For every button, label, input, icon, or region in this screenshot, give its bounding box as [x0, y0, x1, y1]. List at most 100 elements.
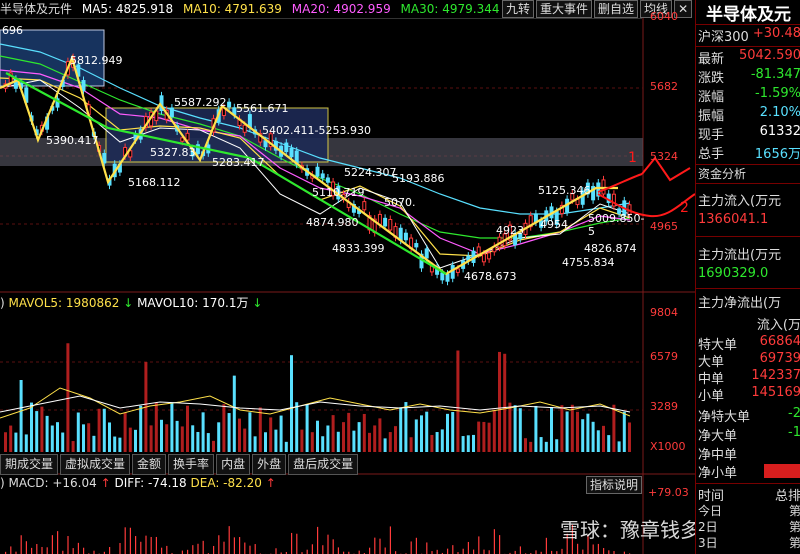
ma20-value: MA20: 4902.959 — [291, 2, 391, 16]
volume-bar — [446, 413, 449, 452]
panel-title: 半导体及元 — [706, 5, 791, 25]
macd-indicator-bar: ) MACD: +16.04 ↑ DIFF: -74.18 DEA: -82.2… — [0, 476, 642, 494]
macd-bar — [577, 543, 579, 554]
volume-bar — [482, 421, 486, 452]
candle-body — [102, 153, 107, 164]
macd-bar — [306, 549, 308, 554]
macd-bar — [254, 544, 256, 554]
volume-bar — [24, 434, 28, 452]
macd-bar — [493, 529, 495, 554]
candle-body — [185, 132, 190, 141]
macd-bar — [213, 545, 215, 554]
volume-bar — [565, 411, 569, 452]
volume-bar — [586, 413, 590, 452]
major-events-button[interactable]: 重大事件 — [536, 0, 593, 18]
amplitude-label: 振幅 — [698, 109, 725, 124]
volume-bar — [56, 422, 59, 452]
macd-bar — [202, 540, 204, 554]
ma5-value: MA5: 4825.918 — [81, 2, 174, 16]
remove-watchlist-button[interactable]: 删自选 — [594, 0, 639, 18]
mavol10-arrow-icon: ↓ — [252, 296, 263, 310]
volume-bar — [108, 422, 111, 452]
volume-bar — [394, 426, 397, 452]
tab-inner[interactable]: 内盘 — [216, 454, 251, 475]
macd-bar — [51, 535, 53, 554]
volume-bar — [227, 413, 231, 452]
macd-bar — [462, 548, 464, 554]
volume-bar — [378, 418, 382, 452]
macd-bar — [67, 536, 69, 554]
candle-body — [325, 177, 330, 183]
volume-bar — [570, 404, 574, 452]
volume-bar — [388, 432, 392, 452]
day2-label: 2日 — [698, 520, 718, 534]
volume-bar — [534, 405, 538, 452]
volume-bar — [196, 431, 200, 452]
vol-axis-label: 9804 — [650, 306, 678, 319]
outflow-label: 主力流出(万元 — [698, 248, 782, 263]
tab-after-hours[interactable]: 盘后成交量 — [288, 454, 359, 475]
macd-bar — [46, 547, 48, 554]
volume-bar — [279, 415, 283, 452]
volume-bar — [487, 422, 491, 452]
candle-body — [539, 220, 544, 228]
volume-bar — [217, 422, 221, 452]
volume-bar — [612, 404, 616, 452]
fund-analysis-label[interactable]: 资金分析 — [698, 167, 746, 181]
ma10-value: MA10: 4791.639 — [182, 2, 282, 16]
macd-bar — [31, 547, 33, 554]
index-name: 沪深300 — [698, 30, 749, 45]
macd-bar — [389, 526, 391, 554]
tab-turnover[interactable]: 换手率 — [168, 454, 215, 475]
total-volume-label: 总手 — [698, 147, 725, 162]
small-value: 145169 — [751, 385, 800, 400]
inflow-label: 主力流入(万元 — [698, 194, 782, 209]
volume-bar — [92, 435, 96, 452]
macd-bar — [327, 534, 329, 554]
macd-bar — [145, 535, 147, 554]
macd-bar — [249, 545, 251, 554]
macd-bar — [20, 535, 22, 554]
volume-bar — [118, 437, 122, 452]
volume-bar — [321, 436, 325, 452]
candle-body — [403, 232, 408, 241]
indicator-explain-button[interactable]: 指标说明 — [585, 476, 642, 494]
candle-body — [487, 252, 492, 260]
volume-bar — [45, 415, 49, 452]
tab-volume[interactable]: 期成交量 — [0, 454, 59, 475]
volume-bar — [420, 415, 423, 452]
volume-bar — [134, 429, 137, 452]
macd-bar — [10, 546, 12, 554]
price-axis-label: 5682 — [650, 80, 678, 93]
vol-axis-label: 3289 — [650, 400, 678, 413]
macd-bar — [228, 526, 230, 554]
macd-bar — [488, 550, 490, 554]
volume-bar — [414, 419, 418, 452]
volume-bar — [342, 422, 345, 452]
tab-amount[interactable]: 金额 — [132, 454, 167, 475]
tab-outer[interactable]: 外盘 — [252, 454, 287, 475]
macd-bar — [379, 538, 381, 554]
volume-bar — [149, 425, 153, 452]
ma30-value: MA30: 4979.344 — [400, 2, 500, 16]
jiuzhuan-button[interactable]: 九转 — [502, 0, 535, 18]
net-small-bar — [764, 464, 800, 478]
macd-bar — [499, 535, 501, 554]
macd-bar — [582, 549, 584, 554]
tab-virtual-volume[interactable]: 虚拟成交量 — [60, 454, 131, 475]
candle-body — [227, 101, 232, 108]
volume-bar — [97, 408, 101, 452]
volume-bar — [435, 432, 439, 452]
volume-bar — [123, 412, 127, 452]
volume-bar — [336, 431, 340, 452]
candle-body — [284, 142, 289, 153]
volume-bar — [461, 436, 465, 452]
change-value: -81.347 — [750, 67, 800, 82]
quote-panel: 半导体及元 沪深300 +30.48 最新 5042.590 涨跌 -81.347 … — [695, 0, 800, 554]
macd-bar — [332, 539, 334, 554]
volume-bar — [383, 438, 387, 452]
mavol5-value: MAVOL5: 1980862 — [8, 296, 120, 310]
volume-bar — [518, 408, 522, 452]
candle-body — [81, 80, 86, 92]
net-large-value: -1 — [788, 425, 800, 440]
